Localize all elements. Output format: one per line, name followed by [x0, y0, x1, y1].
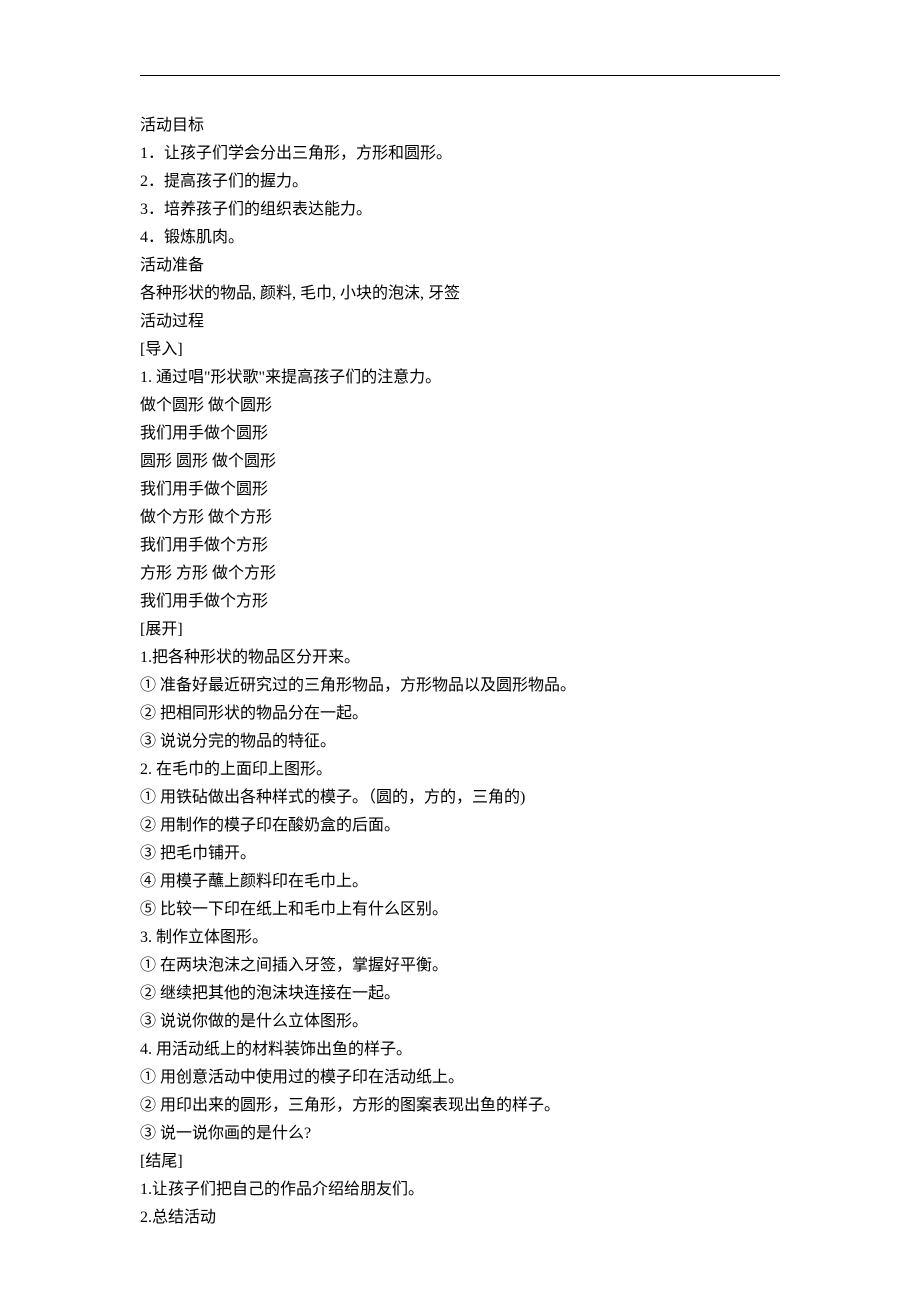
text-line: ② 继续把其他的泡沫块连接在一起。: [140, 980, 780, 1008]
text-line: 2．提高孩子们的握力。: [140, 168, 780, 196]
horizontal-rule: [140, 75, 780, 76]
text-line: ③ 把毛巾铺开。: [140, 840, 780, 868]
text-line: 做个方形 做个方形: [140, 504, 780, 532]
text-line: ③ 说说分完的物品的特征。: [140, 728, 780, 756]
text-line: [展开]: [140, 616, 780, 644]
text-line: 4．锻炼肌肉。: [140, 224, 780, 252]
text-line: 3．培养孩子们的组织表达能力。: [140, 196, 780, 224]
text-line: ④ 用模子蘸上颜料印在毛巾上。: [140, 868, 780, 896]
document-page: 活动目标 1．让孩子们学会分出三角形，方形和圆形。 2．提高孩子们的握力。 3．…: [0, 0, 920, 1302]
text-line: ① 用创意活动中使用过的模子印在活动纸上。: [140, 1064, 780, 1092]
text-line: ② 用印出来的圆形，三角形，方形的图案表现出鱼的样子。: [140, 1092, 780, 1120]
text-line: 我们用手做个圆形: [140, 476, 780, 504]
text-line: 2. 在毛巾的上面印上图形。: [140, 756, 780, 784]
text-line: 4. 用活动纸上的材料装饰出鱼的样子。: [140, 1036, 780, 1064]
text-line: 圆形 圆形 做个圆形: [140, 448, 780, 476]
text-line: 1．让孩子们学会分出三角形，方形和圆形。: [140, 140, 780, 168]
text-line: ① 准备好最近研究过的三角形物品，方形物品以及圆形物品。: [140, 672, 780, 700]
text-line: 活动目标: [140, 112, 780, 140]
text-line: ② 把相同形状的物品分在一起。: [140, 700, 780, 728]
text-line: [结尾]: [140, 1148, 780, 1176]
text-line: 方形 方形 做个方形: [140, 560, 780, 588]
text-line: 我们用手做个方形: [140, 532, 780, 560]
text-line: 做个圆形 做个圆形: [140, 392, 780, 420]
text-line: 我们用手做个方形: [140, 588, 780, 616]
text-line: ① 在两块泡沫之间插入牙签，掌握好平衡。: [140, 952, 780, 980]
text-line: 活动过程: [140, 308, 780, 336]
text-line: 活动准备: [140, 252, 780, 280]
text-line: [导入]: [140, 336, 780, 364]
text-line: ① 用铁砧做出各种样式的模子。（圆的，方的，三角的): [140, 784, 780, 812]
document-body: 活动目标 1．让孩子们学会分出三角形，方形和圆形。 2．提高孩子们的握力。 3．…: [140, 112, 780, 1232]
text-line: 各种形状的物品, 颜料, 毛巾, 小块的泡沫, 牙签: [140, 280, 780, 308]
text-line: ③ 说一说你画的是什么?: [140, 1120, 780, 1148]
text-line: 1.让孩子们把自己的作品介绍给朋友们。: [140, 1176, 780, 1204]
text-line: 3. 制作立体图形。: [140, 924, 780, 952]
text-line: 1. 通过唱"形状歌"来提高孩子们的注意力。: [140, 364, 780, 392]
text-line: ⑤ 比较一下印在纸上和毛巾上有什么区别。: [140, 896, 780, 924]
text-line: 1.把各种形状的物品区分开来。: [140, 644, 780, 672]
text-line: ② 用制作的模子印在酸奶盒的后面。: [140, 812, 780, 840]
text-line: 2.总结活动: [140, 1204, 780, 1232]
text-line: 我们用手做个圆形: [140, 420, 780, 448]
text-line: ③ 说说你做的是什么立体图形。: [140, 1008, 780, 1036]
